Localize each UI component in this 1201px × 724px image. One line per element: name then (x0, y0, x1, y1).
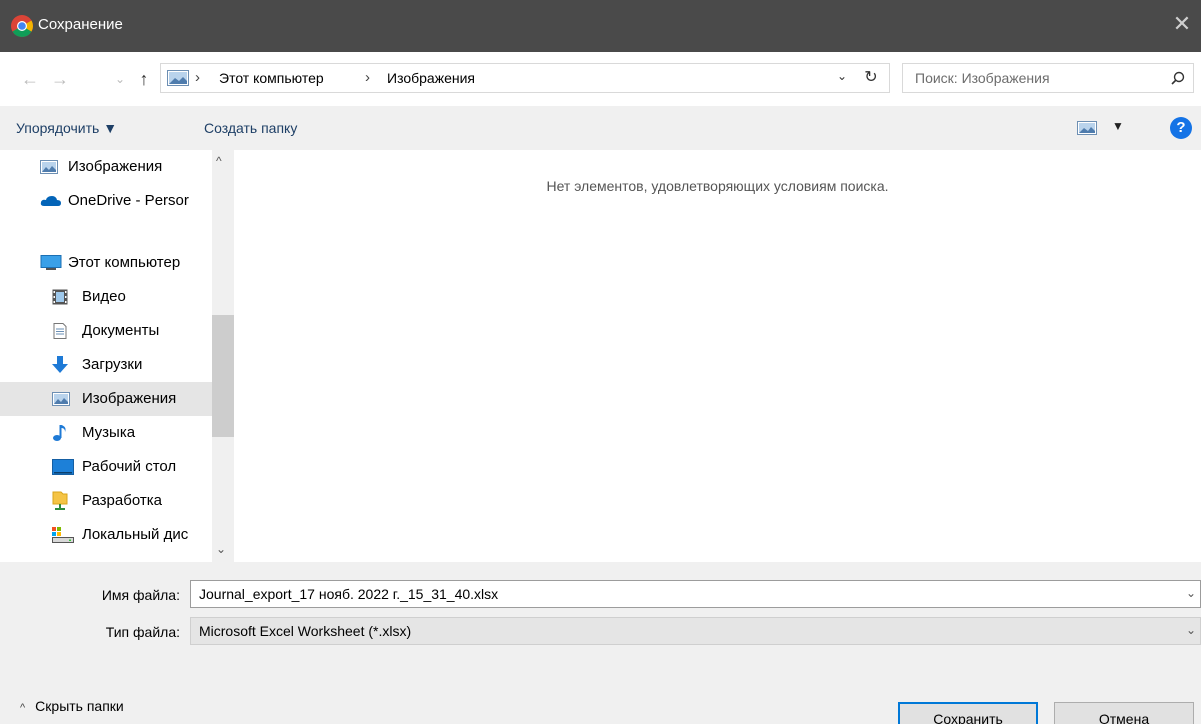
pictures-icon (40, 160, 58, 174)
sidebar-item-label: Рабочий стол (82, 458, 177, 475)
sidebar-item-documents[interactable]: Документы (0, 314, 212, 348)
music-icon (53, 425, 66, 441)
sidebar-item-label: Видео (82, 288, 126, 305)
navigation-bar: ← → ⌄ ↑ › Этот компьютер › Изображения ⌄… (0, 52, 1201, 106)
chrome-icon (11, 15, 33, 37)
downloads-icon (52, 356, 68, 373)
hide-folders-button[interactable]: ^ Скрыть папки (20, 698, 124, 714)
organize-button[interactable]: Упорядочить ▼ (16, 120, 117, 136)
onedrive-icon (40, 196, 61, 206)
back-arrow-icon[interactable]: ← (20, 68, 40, 90)
breadcrumb-item[interactable]: Изображения (387, 70, 475, 86)
filetype-value: Microsoft Excel Worksheet (*.xlsx) (199, 623, 412, 639)
filename-label: Имя файла: (101, 587, 180, 603)
sidebar-item-downloads[interactable]: Загрузки (0, 348, 212, 382)
address-bar[interactable]: › Этот компьютер › Изображения ⌄ ↻ (160, 63, 890, 93)
save-form: Имя файла: Journal_export_17 нояб. 2022 … (0, 562, 1201, 724)
file-list-pane[interactable]: Нет элементов, удовлетворяющих условиям … (234, 150, 1201, 562)
breadcrumb-separator: › (365, 69, 370, 86)
sidebar-item-label: Загрузки (82, 356, 143, 373)
scroll-up-icon[interactable]: ^ (216, 154, 222, 168)
chevron-down-icon[interactable]: ⌄ (1186, 623, 1196, 637)
window-title: Сохранение (38, 16, 123, 33)
command-bar: Упорядочить ▼ Создать папку ▼ ? (0, 106, 1201, 150)
up-arrow-icon[interactable]: ↑ (134, 68, 154, 90)
video-icon (52, 289, 68, 305)
hide-folders-label: Скрыть папки (35, 698, 124, 714)
address-dropdown-icon[interactable]: ⌄ (837, 69, 847, 83)
new-folder-button[interactable]: Создать папку (204, 120, 297, 136)
refresh-icon[interactable]: ↻ (857, 65, 885, 91)
pictures-icon (52, 392, 70, 406)
folder-icon (52, 491, 68, 510)
save-button[interactable]: Сохранить (898, 702, 1038, 724)
empty-results-message: Нет элементов, удовлетворяющих условиям … (546, 178, 889, 194)
chevron-down-icon[interactable]: ⌄ (1186, 586, 1196, 600)
sidebar-item-label: Изображения (82, 390, 177, 407)
filename-value[interactable]: Journal_export_17 нояб. 2022 г._15_31_40… (199, 586, 498, 602)
sidebar-item-video[interactable]: Видео (0, 280, 212, 314)
view-options-icon[interactable] (1077, 121, 1097, 135)
desktop-icon (52, 459, 74, 475)
drive-icon (52, 527, 74, 543)
sidebar-item-label: Документы (82, 322, 160, 339)
sidebar-item-local-disk[interactable]: Локальный дис (0, 518, 212, 552)
sidebar-item-desktop[interactable]: Рабочий стол (0, 450, 212, 484)
sidebar-item-label: OneDrive - Persor (68, 192, 189, 209)
pictures-icon (167, 70, 189, 86)
filetype-label: Тип файла: (105, 624, 180, 640)
navigation-pane: Изображения OneDrive - Persor Этот компь… (0, 150, 234, 562)
breadcrumb-separator: › (195, 69, 200, 86)
sidebar-item-onedrive[interactable]: OneDrive - Persor (0, 184, 212, 218)
sidebar-scrollbar[interactable]: ^ ⌄ (212, 150, 234, 562)
sidebar-item-label: Этот компьютер (68, 254, 181, 271)
sidebar-item-label: Музыка (82, 424, 136, 441)
close-icon[interactable]: ✕ (1169, 10, 1195, 38)
sidebar-item-label: Разработка (82, 492, 162, 509)
sidebar-item-music[interactable]: Музыка (0, 416, 212, 450)
view-dropdown-icon[interactable]: ▼ (1112, 119, 1124, 133)
sidebar-item-development[interactable]: Разработка (0, 484, 212, 518)
search-icon[interactable] (1171, 71, 1185, 85)
sidebar-item-label: Локальный дис (82, 526, 189, 543)
cancel-button[interactable]: Отмена (1054, 702, 1194, 724)
sidebar-item-pictures-quick[interactable]: Изображения (0, 150, 212, 184)
scroll-down-icon[interactable]: ⌄ (216, 542, 226, 556)
scroll-thumb[interactable] (212, 315, 234, 437)
computer-icon (40, 255, 62, 270)
filename-field[interactable]: Journal_export_17 нояб. 2022 г._15_31_40… (190, 580, 1201, 608)
forward-arrow-icon[interactable]: → (50, 68, 70, 90)
breadcrumb-item[interactable]: Этот компьютер (219, 70, 324, 86)
sidebar-item-label: Изображения (68, 158, 163, 175)
sidebar-item-pictures[interactable]: Изображения (0, 382, 212, 416)
sidebar-item-this-pc[interactable]: Этот компьютер (0, 246, 212, 280)
filetype-select[interactable]: Microsoft Excel Worksheet (*.xlsx) ⌄ (190, 617, 1201, 645)
search-box[interactable] (902, 63, 1194, 93)
chevron-up-icon: ^ (20, 702, 26, 714)
search-input[interactable] (915, 70, 1155, 86)
recent-locations-icon[interactable]: ⌄ (110, 68, 130, 90)
title-bar: Сохранение ✕ (0, 0, 1201, 52)
documents-icon (53, 323, 67, 339)
help-icon[interactable]: ? (1170, 117, 1192, 139)
